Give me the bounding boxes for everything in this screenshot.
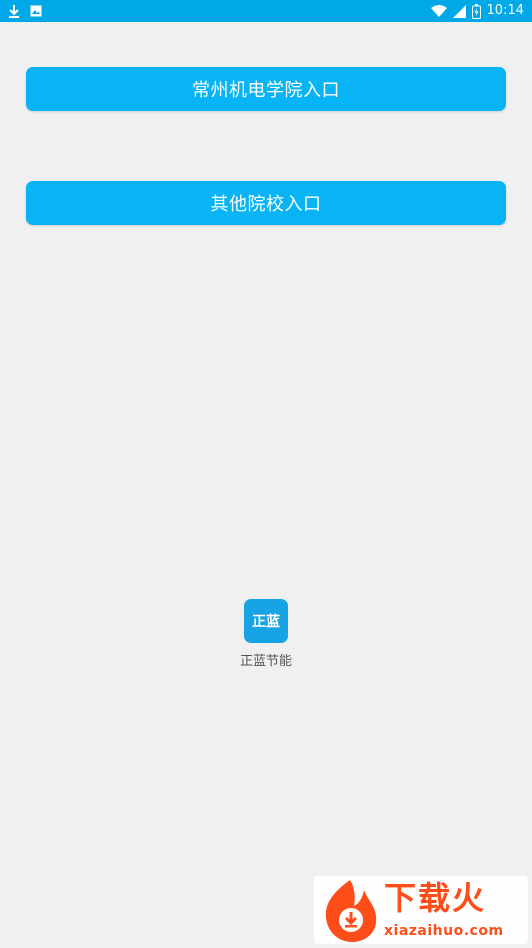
battery-icon	[471, 3, 481, 19]
photo-icon	[30, 5, 42, 17]
status-bar-right: 10:14	[430, 0, 524, 22]
wifi-icon	[430, 4, 447, 18]
app-name: 正蓝节能	[239, 654, 292, 669]
watermark-title: 下载火	[384, 879, 487, 917]
app-logo: 正蓝	[244, 599, 288, 643]
status-time: 10:14	[486, 3, 524, 18]
watermark-url: xiazaihuo.com	[384, 923, 504, 939]
watermark: 下载火 xiazaihuo.com	[314, 876, 528, 944]
status-bar-left	[8, 0, 42, 22]
changzhou-entry-button[interactable]: 常州机电学院入口	[26, 67, 506, 111]
status-bar: 10:14	[0, 0, 532, 22]
signal-icon	[452, 4, 466, 18]
download-icon	[8, 4, 20, 18]
other-schools-entry-button[interactable]: 其他院校入口	[26, 181, 506, 225]
flame-logo-icon	[318, 876, 382, 944]
